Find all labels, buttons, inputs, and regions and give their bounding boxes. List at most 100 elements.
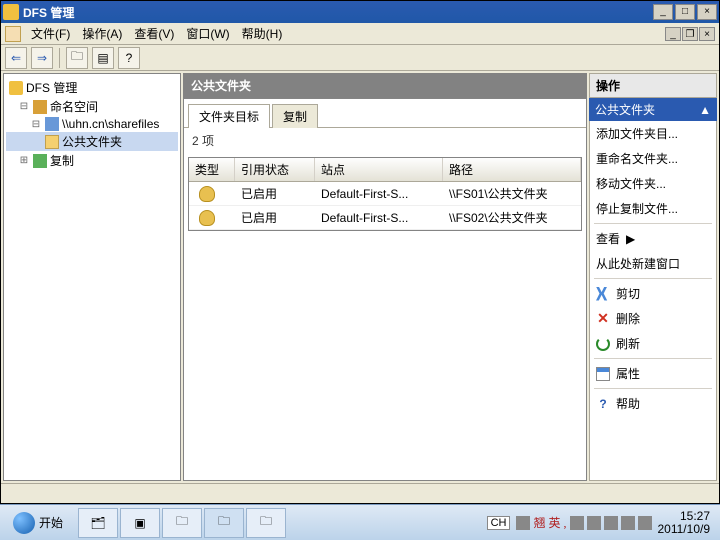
- actions-subtitle[interactable]: 公共文件夹 ▲: [589, 98, 717, 121]
- tree-namespace[interactable]: ⊟ 命名空间: [6, 97, 178, 116]
- separator: [594, 278, 712, 279]
- menubar: 文件(F) 操作(A) 查看(V) 窗口(W) 帮助(H) _ ❐ ×: [1, 23, 719, 45]
- start-label: 开始: [39, 514, 63, 531]
- menu-window[interactable]: 窗口(W): [180, 23, 235, 44]
- speaker-icon[interactable]: [621, 516, 635, 530]
- network-icon[interactable]: [638, 516, 652, 530]
- language-indicator[interactable]: CH: [487, 516, 511, 530]
- separator: [594, 388, 712, 389]
- clock[interactable]: 15:27 2011/10/9: [658, 510, 711, 536]
- time: 15:27: [658, 510, 711, 523]
- tree-folder[interactable]: 公共文件夹: [6, 132, 178, 151]
- cell-path: \\FS02\公共文件夹: [443, 206, 581, 229]
- chevron-right-icon: ▶: [626, 232, 635, 246]
- col-path[interactable]: 路径: [443, 158, 581, 181]
- help-icon: ?: [596, 397, 610, 411]
- titlebar[interactable]: DFS 管理 _ □ ×: [1, 1, 719, 23]
- tray-icon[interactable]: [604, 516, 618, 530]
- action-move[interactable]: 移动文件夹...: [590, 171, 716, 196]
- tree-server[interactable]: ⊟ \\uhn.cn\sharefiles: [6, 116, 178, 132]
- tree-namespace-label: 命名空间: [50, 98, 98, 115]
- replication-icon: [33, 154, 47, 168]
- toolbar-button-2[interactable]: ▤: [92, 47, 114, 69]
- task-buttons: 🗂 ▣ 🗀 🗀 🗀: [78, 508, 286, 538]
- close-button[interactable]: ×: [697, 4, 717, 20]
- item-count: 2 项: [184, 128, 586, 153]
- dfs-icon: [9, 81, 23, 95]
- col-site[interactable]: 站点: [315, 158, 443, 181]
- collapse-icon[interactable]: ⊟: [18, 101, 30, 112]
- folder-icon: [45, 135, 59, 149]
- cell-ref: 已启用: [235, 206, 315, 229]
- target-icon: [199, 210, 215, 226]
- action-delete[interactable]: ✕删除: [590, 306, 716, 331]
- center-pane: 公共文件夹 文件夹目标 复制 2 项 类型 引用状态 站点 路径: [183, 73, 587, 481]
- refresh-icon: [596, 337, 610, 351]
- expand-icon[interactable]: ⊞: [18, 155, 30, 166]
- cell-site: Default-First-S...: [315, 184, 443, 204]
- statusbar: [1, 483, 719, 503]
- tree-root-label: DFS 管理: [26, 79, 77, 96]
- properties-icon: [596, 367, 610, 381]
- server-icon: [45, 117, 59, 131]
- maximize-button[interactable]: □: [675, 4, 695, 20]
- table-header: 类型 引用状态 站点 路径: [189, 158, 581, 182]
- tray-icon[interactable]: [516, 516, 530, 530]
- menu-action[interactable]: 操作(A): [76, 23, 128, 44]
- task-explorer[interactable]: 🗂: [78, 508, 118, 538]
- action-properties[interactable]: 属性: [590, 361, 716, 386]
- ime-indicator[interactable]: 翘 英 ,: [533, 514, 566, 531]
- col-type[interactable]: 类型: [189, 158, 235, 181]
- forward-button[interactable]: ⇒: [31, 47, 53, 69]
- menu-file[interactable]: 文件(F): [25, 23, 76, 44]
- task-other[interactable]: 🗀: [246, 508, 286, 538]
- mdi-close-button[interactable]: ×: [699, 27, 715, 41]
- mdi-minimize-button[interactable]: _: [665, 27, 681, 41]
- tree-pane[interactable]: DFS 管理 ⊟ 命名空间 ⊟ \\uhn.cn\sharefiles 公共文件…: [3, 73, 181, 481]
- mdi-restore-button[interactable]: ❐: [682, 27, 698, 41]
- tree-replication[interactable]: ⊞ 复制: [6, 151, 178, 170]
- back-button[interactable]: ⇐: [5, 47, 27, 69]
- action-new-window[interactable]: 从此处新建窗口: [590, 251, 716, 276]
- action-refresh[interactable]: 刷新: [590, 331, 716, 356]
- action-add-target[interactable]: 添加文件夹目...: [590, 121, 716, 146]
- body: DFS 管理 ⊟ 命名空间 ⊟ \\uhn.cn\sharefiles 公共文件…: [1, 71, 719, 483]
- tray-icon[interactable]: [570, 516, 584, 530]
- tab-replication[interactable]: 复制: [272, 104, 318, 128]
- collapse-icon[interactable]: ⊟: [30, 119, 42, 130]
- tree-folder-label: 公共文件夹: [62, 133, 122, 150]
- separator: [59, 48, 60, 68]
- tray-icon[interactable]: [587, 516, 601, 530]
- taskbar: 开始 🗂 ▣ 🗀 🗀 🗀 CH 翘 英 , 15:27 2011/10/9: [0, 504, 720, 540]
- task-server-manager[interactable]: 🗀: [162, 508, 202, 538]
- date: 2011/10/9: [658, 523, 711, 536]
- action-stop-replication[interactable]: 停止复制文件...: [590, 196, 716, 221]
- actions-pane: 操作 公共文件夹 ▲ 添加文件夹目... 重命名文件夹... 移动文件夹... …: [589, 73, 717, 481]
- cell-path: \\FS01\公共文件夹: [443, 182, 581, 205]
- menu-help[interactable]: 帮助(H): [236, 23, 289, 44]
- toolbar-button-1[interactable]: 🗀: [66, 47, 88, 69]
- col-ref[interactable]: 引用状态: [235, 158, 315, 181]
- app-window: DFS 管理 _ □ × 文件(F) 操作(A) 查看(V) 窗口(W) 帮助(…: [0, 0, 720, 504]
- tree-root[interactable]: DFS 管理: [6, 78, 178, 97]
- folder-icon: [5, 26, 21, 42]
- menu-view[interactable]: 查看(V): [128, 23, 180, 44]
- app-icon: [3, 4, 19, 20]
- table-row[interactable]: 已启用 Default-First-S... \\FS01\公共文件夹: [189, 182, 581, 206]
- action-view[interactable]: 查看▶: [590, 226, 716, 251]
- action-cut[interactable]: 剪切: [590, 281, 716, 306]
- task-dfs[interactable]: 🗀: [204, 508, 244, 538]
- tab-targets[interactable]: 文件夹目标: [188, 104, 270, 128]
- minimize-button[interactable]: _: [653, 4, 673, 20]
- action-rename[interactable]: 重命名文件夹...: [590, 146, 716, 171]
- tree-server-label: \\uhn.cn\sharefiles: [62, 117, 159, 131]
- tabs: 文件夹目标 复制: [184, 99, 586, 128]
- help-button[interactable]: ?: [118, 47, 140, 69]
- action-help[interactable]: ?帮助: [590, 391, 716, 416]
- separator: [594, 358, 712, 359]
- task-powershell[interactable]: ▣: [120, 508, 160, 538]
- collapse-arrow-icon: ▲: [699, 103, 711, 117]
- start-button[interactable]: 开始: [4, 509, 72, 537]
- cut-icon: [596, 287, 610, 301]
- table-row[interactable]: 已启用 Default-First-S... \\FS02\公共文件夹: [189, 206, 581, 230]
